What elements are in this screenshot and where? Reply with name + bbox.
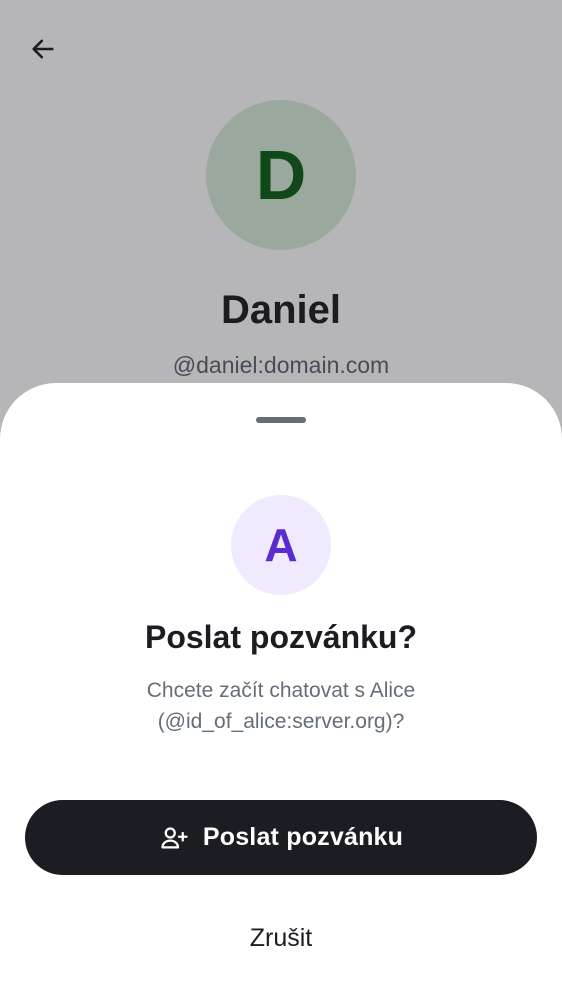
invite-bottom-sheet: A Poslat pozvánku? Chcete začít chatovat…: [0, 383, 562, 1000]
user-add-icon: [159, 823, 189, 853]
sheet-subtitle: Chcete začít chatovat s Alice (@id_of_al…: [146, 679, 416, 733]
send-invite-label: Poslat pozvánku: [202, 823, 404, 851]
invitee-avatar: A: [231, 495, 331, 595]
cancel-button[interactable]: Zrušit: [180, 910, 382, 966]
send-invite-button[interactable]: Poslat pozvánku: [25, 800, 537, 875]
sheet-title: Poslat pozvánku?: [144, 619, 418, 655]
screen: D Daniel @daniel:domain.com A Poslat poz…: [0, 0, 562, 1000]
invitee-avatar-letter: A: [264, 519, 298, 571]
sheet-drag-handle[interactable]: [256, 417, 306, 423]
